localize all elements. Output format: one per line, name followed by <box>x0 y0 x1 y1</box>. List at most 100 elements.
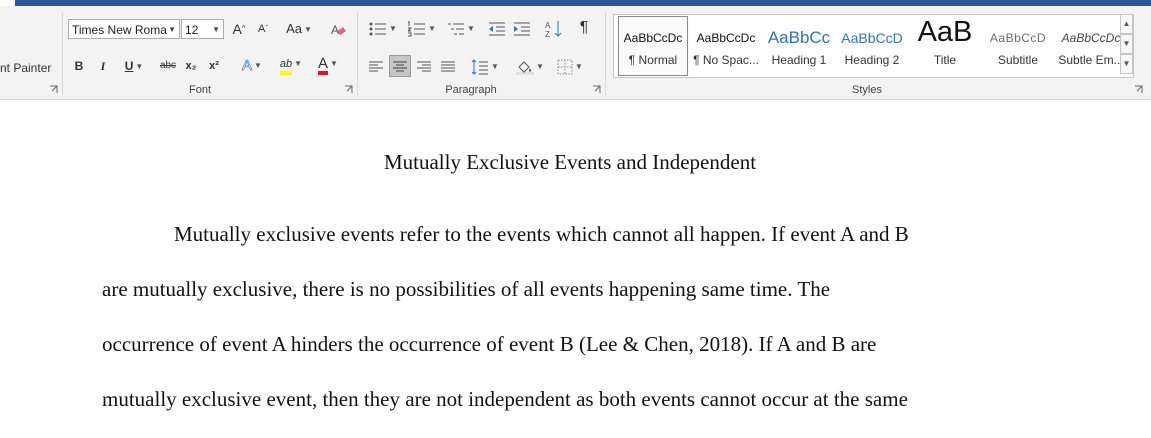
chevron-down-icon: ▼ <box>467 23 475 33</box>
chevron-down-icon: ▼ <box>389 23 397 33</box>
multilevel-list-icon <box>448 23 465 35</box>
style-no-spacing[interactable]: AaBbCcDc ¶ No Spac... <box>690 15 762 77</box>
style-preview: AaBbCcDc <box>1061 31 1121 45</box>
highlight-color-button[interactable]: ab ▼ <box>275 54 307 75</box>
group-separator <box>62 12 63 96</box>
multilevel-list-button[interactable]: ▼ <box>444 18 478 38</box>
grow-caret-icon: ^ <box>241 24 246 33</box>
style-name: Subtle Em... <box>1058 53 1124 67</box>
style-heading-2[interactable]: AaBbCcD Heading 2 <box>836 15 908 77</box>
document-title: Mutually Exclusive Events and Independen… <box>383 150 757 174</box>
font-group-label: Font <box>188 84 211 96</box>
chevron-down-icon: ▼ <box>428 23 436 33</box>
strikethrough-button[interactable]: abc <box>157 56 179 76</box>
ribbon-home: nt Painter Times New Roma ▼ 12 ▼ A^ Aˇ A… <box>0 6 1151 100</box>
grow-font-button[interactable]: A^ <box>231 19 247 39</box>
style-preview: AaBbCcD <box>841 30 903 46</box>
paragraph-line: mutually exclusive event, then they are … <box>102 387 908 411</box>
paragraph-group-label: Paragraph <box>445 84 497 96</box>
chevron-down-icon: ▼ <box>254 61 262 71</box>
more-styles-icon: ▼ <box>1122 59 1131 68</box>
underline-button[interactable]: U ▼ <box>118 56 150 76</box>
sort-icon: AZ <box>545 20 562 39</box>
styles-scroll-down-button[interactable]: ▼ <box>1120 34 1133 54</box>
chevron-down-icon: ▼ <box>168 25 176 34</box>
style-preview: AaBbCcDc <box>696 31 756 45</box>
line-spacing-icon <box>471 59 489 75</box>
line-spacing-button[interactable]: ▼ <box>468 56 502 76</box>
borders-button[interactable]: ▼ <box>553 56 587 76</box>
style-heading-1[interactable]: AaBbCc Heading 1 <box>763 15 835 77</box>
clipboard-dialog-launcher-icon[interactable] <box>49 85 58 94</box>
chevron-up-icon: ▲ <box>1122 19 1131 28</box>
paragraph-line: Mutually exclusive events refer to the e… <box>174 222 909 246</box>
style-name: Heading 2 <box>844 53 900 67</box>
svg-text:A: A <box>331 23 339 37</box>
chevron-down-icon: ▼ <box>294 59 303 69</box>
style-name: ¶ Normal <box>628 53 678 67</box>
align-center-button[interactable] <box>389 55 411 77</box>
shrink-font-button[interactable]: Aˇ <box>255 19 271 39</box>
format-painter-button[interactable]: nt Painter <box>0 61 51 75</box>
paint-bucket-icon <box>516 61 534 76</box>
paragraph-line: occurrence of event A hinders the occurr… <box>102 332 877 356</box>
align-right-icon <box>417 61 431 72</box>
numbering-icon <box>406 21 426 37</box>
sort-button[interactable]: AZ <box>544 18 564 39</box>
paragraph-line: are mutually exclusive, there is no poss… <box>102 277 831 301</box>
font-color-button[interactable]: A ▼ <box>312 54 344 75</box>
styles-dialog-launcher-icon[interactable] <box>1134 85 1143 94</box>
font-dialog-launcher-icon[interactable] <box>344 85 353 94</box>
paragraph-dialog-launcher-icon[interactable] <box>592 85 601 94</box>
shading-button[interactable]: ▼ <box>513 56 547 76</box>
bold-button[interactable]: B <box>71 56 87 76</box>
increase-indent-button[interactable] <box>512 18 532 38</box>
align-right-button[interactable] <box>414 56 434 76</box>
text-effects-label: A <box>242 57 253 75</box>
italic-button[interactable]: I <box>95 56 111 76</box>
align-center-icon <box>393 61 407 72</box>
shrink-caret-icon: ˇ <box>265 24 268 33</box>
style-preview: AaB <box>917 17 973 47</box>
font-name-combo[interactable]: Times New Roma ▼ <box>68 19 180 39</box>
eraser-icon: A <box>331 23 346 37</box>
align-left-button[interactable] <box>366 56 386 76</box>
style-preview: AaBbCcD <box>989 31 1047 45</box>
decrease-indent-icon <box>489 22 505 36</box>
style-subtle-emphasis[interactable]: AaBbCcDc Subtle Em... <box>1055 15 1127 77</box>
superscript-button[interactable]: x² <box>206 56 222 76</box>
justify-icon <box>441 61 455 72</box>
borders-icon <box>557 59 573 75</box>
subscript-button[interactable]: x₂ <box>183 56 199 76</box>
style-preview: AaBbCc <box>767 28 831 47</box>
styles-scroll-up-button[interactable]: ▲ <box>1120 14 1133 34</box>
document-page[interactable]: Mutually Exclusive Events and Independen… <box>0 100 1151 438</box>
bullets-icon <box>369 22 387 36</box>
style-subtitle[interactable]: AaBbCcD Subtitle <box>982 15 1054 77</box>
style-preview: AaBbCcDc <box>623 31 683 45</box>
text-effects-button[interactable]: A ▼ <box>236 56 268 76</box>
chevron-down-icon: ▼ <box>303 24 312 34</box>
change-case-button[interactable]: Aa ▼ <box>283 19 315 39</box>
style-normal[interactable]: AaBbCcDc ¶ Normal <box>617 15 689 77</box>
font-size-value: 12 <box>185 23 199 37</box>
show-formatting-marks-button[interactable]: ¶ <box>575 18 593 38</box>
font-size-combo[interactable]: 12 ▼ <box>181 19 224 39</box>
numbering-button[interactable]: ▼ <box>405 18 439 38</box>
style-title[interactable]: AaB Title <box>909 15 981 77</box>
clear-formatting-button[interactable]: A <box>328 19 348 39</box>
bullets-button[interactable]: ▼ <box>366 18 400 38</box>
decrease-indent-button[interactable] <box>487 18 507 38</box>
justify-button[interactable] <box>438 56 458 76</box>
change-case-label: Aa <box>286 21 302 36</box>
chevron-down-icon: ▼ <box>536 61 544 71</box>
font-color-label: A <box>318 56 329 75</box>
styles-more-button[interactable]: ▼ <box>1120 54 1133 74</box>
style-name: Title <box>933 53 957 67</box>
chevron-down-icon: ▼ <box>135 61 144 71</box>
group-separator <box>605 12 606 96</box>
increase-indent-icon <box>514 22 530 36</box>
style-name: ¶ No Spac... <box>693 53 759 67</box>
svg-text:Z: Z <box>545 30 550 38</box>
chevron-down-icon: ▼ <box>212 25 220 34</box>
